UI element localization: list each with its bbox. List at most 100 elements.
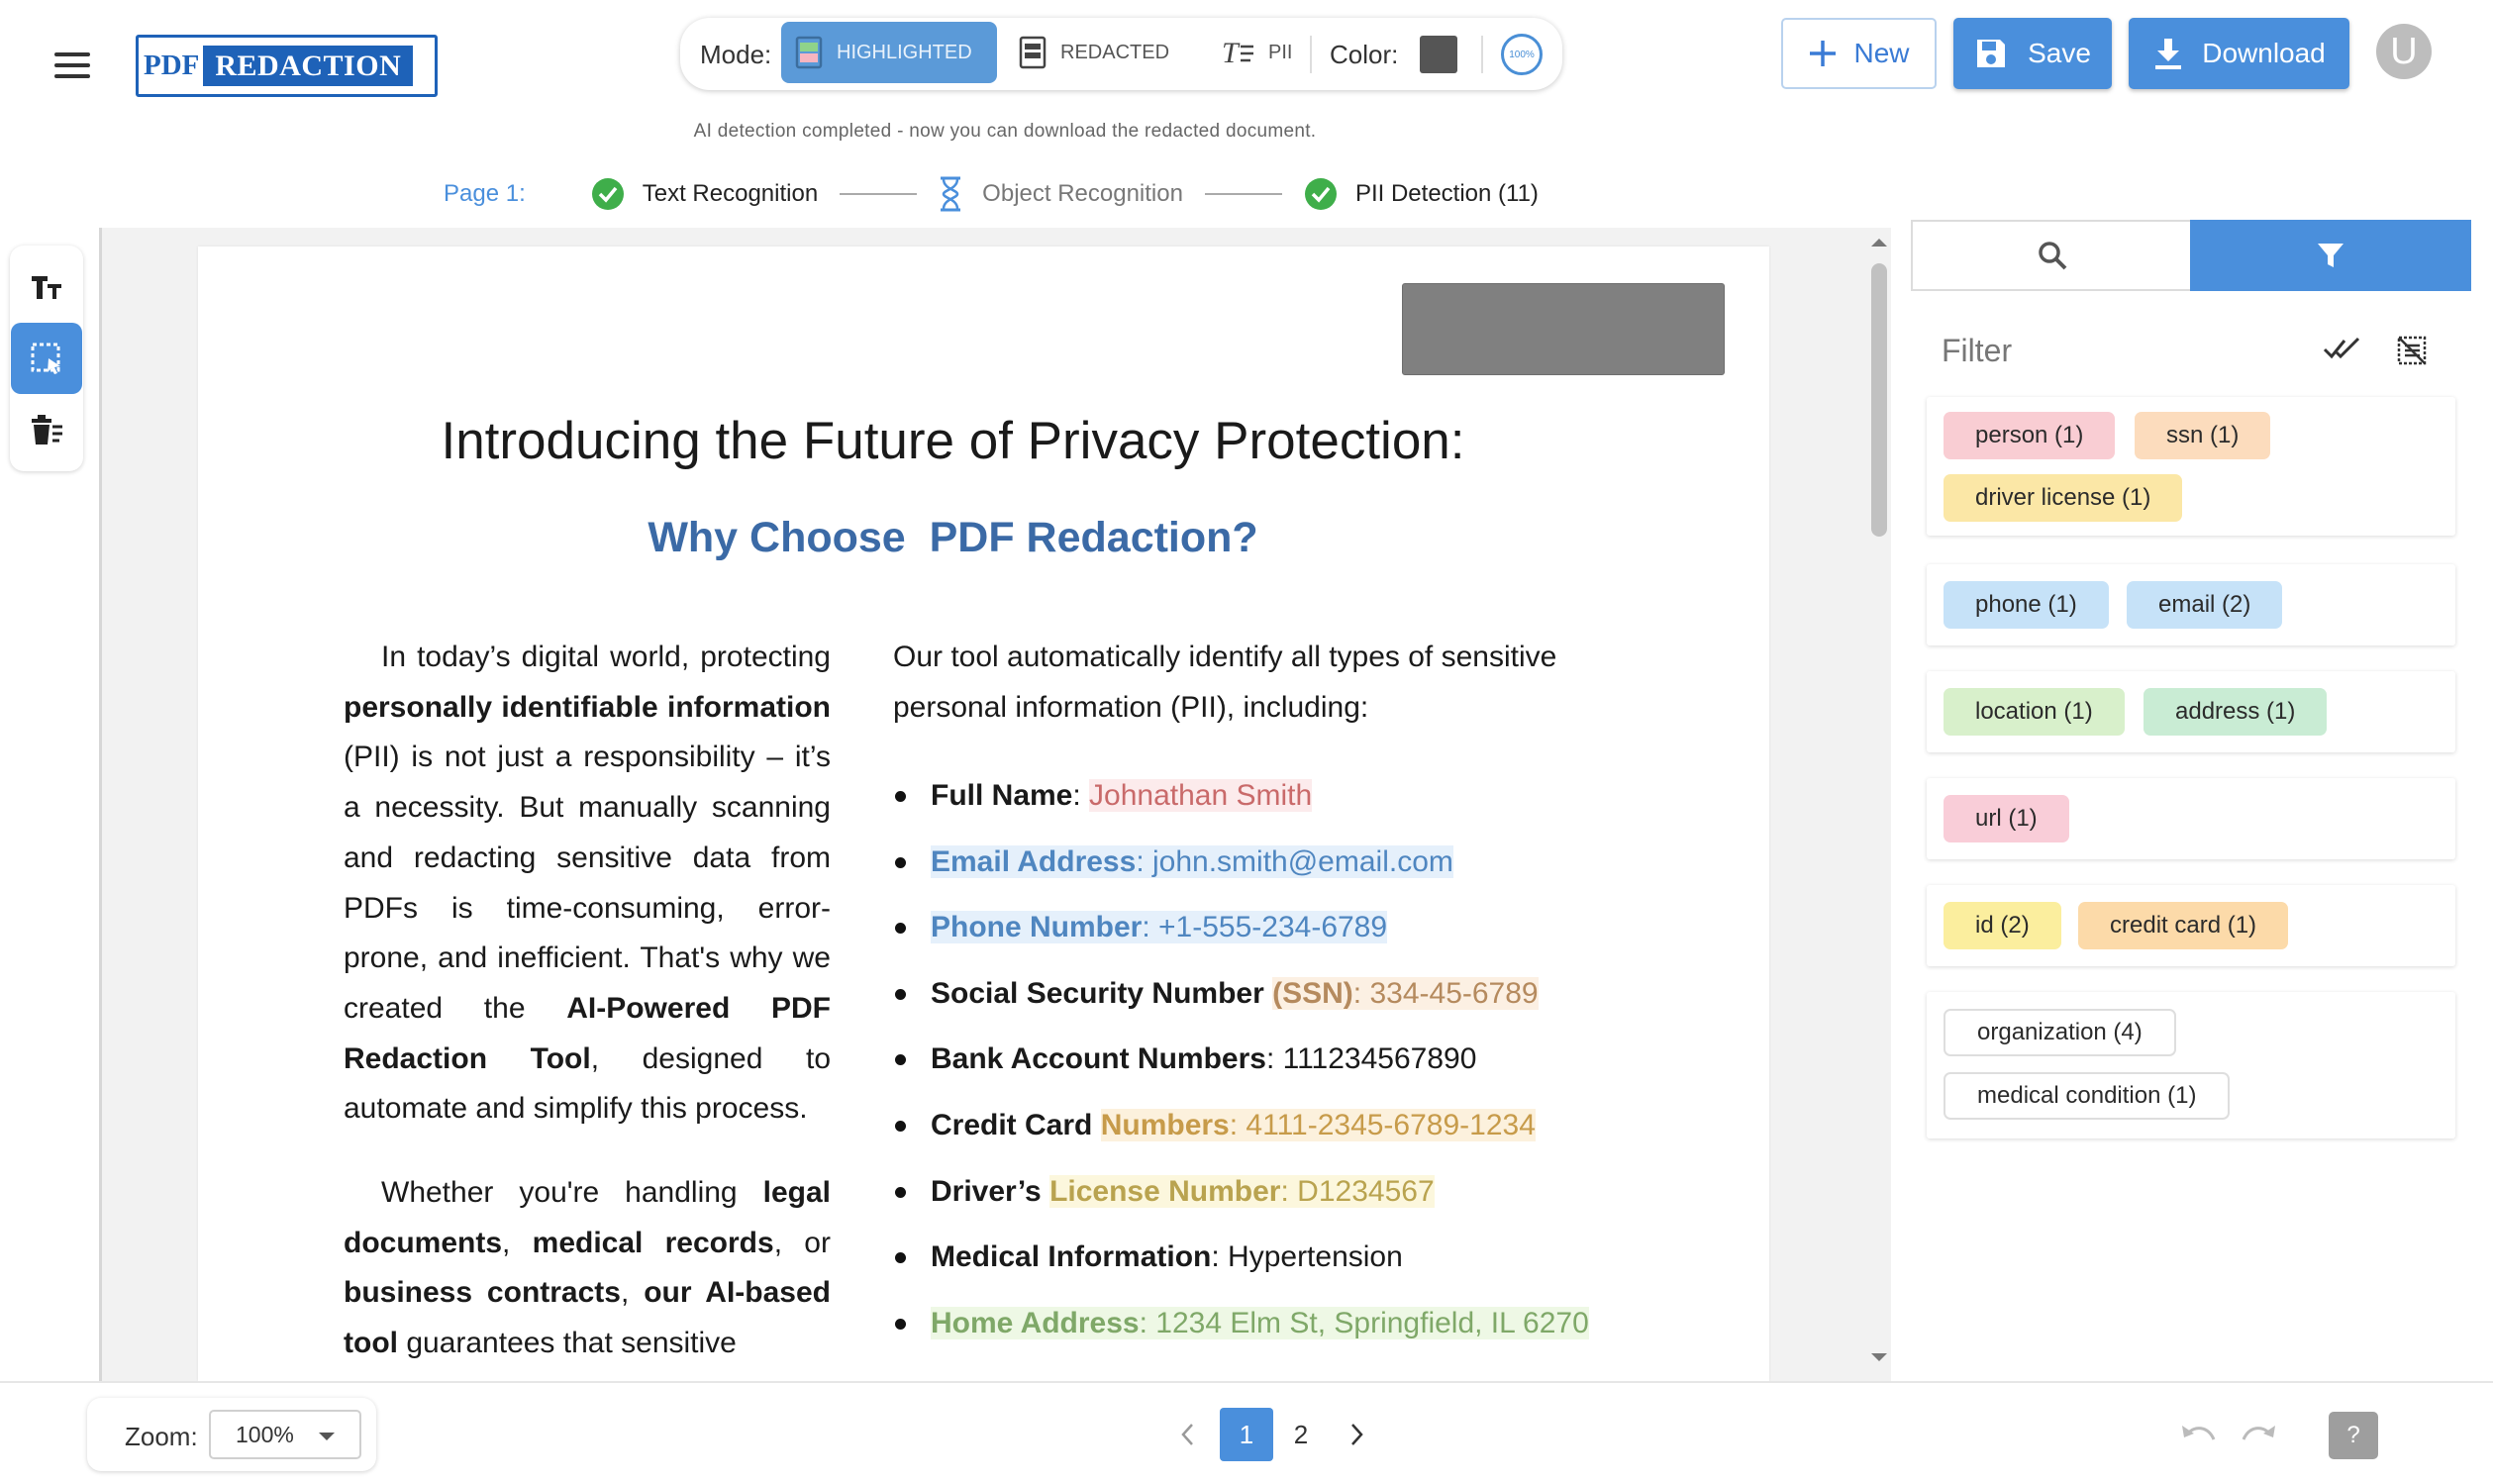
logo-redaction-text: REDACTION xyxy=(203,46,414,86)
area-select-icon[interactable] xyxy=(11,323,82,394)
redaction-box[interactable] xyxy=(1402,283,1725,375)
menu-icon[interactable] xyxy=(54,52,90,78)
next-page-icon[interactable] xyxy=(1350,1423,1364,1446)
color-label: Color: xyxy=(1330,40,1399,69)
save-button-label: Save xyxy=(2028,38,2091,68)
pii-highlight[interactable]: (SSN): 334-45-6789 xyxy=(1272,976,1539,1010)
tab-filter[interactable] xyxy=(2190,220,2471,291)
filter-chip-medical-condition[interactable]: medical condition (1) xyxy=(1944,1072,2231,1120)
logo-pdf-text: PDF xyxy=(144,49,200,81)
right-column-intro: Our tool automatically identify all type… xyxy=(893,641,1557,724)
zoom-label: Zoom: xyxy=(125,1422,198,1451)
pii-highlight[interactable]: Numbers: 4111-2345-6789-1234 xyxy=(1100,1108,1536,1141)
select-all-icon[interactable] xyxy=(2323,337,2362,362)
svg-text:T: T xyxy=(1222,37,1241,68)
text-tool-icon[interactable] xyxy=(11,251,82,323)
filter-chip-id[interactable]: id (2) xyxy=(1944,902,2061,949)
list-item: Phone Number: +1-555-234-6789 xyxy=(893,895,1745,961)
left-column: In today’s digital world, protecting per… xyxy=(344,633,831,1369)
color-swatch[interactable] xyxy=(1420,36,1457,73)
download-button-label: Download xyxy=(2202,38,2326,68)
filter-chip-person[interactable]: person (1) xyxy=(1944,412,2116,459)
step-text-recognition: Text Recognition xyxy=(642,180,819,207)
app-logo: PDF REDACTION xyxy=(136,35,438,97)
filter-chip-driver-license[interactable]: driver license (1) xyxy=(1944,474,2183,522)
help-button[interactable]: ? xyxy=(2329,1412,2378,1459)
deselect-all-icon[interactable] xyxy=(2396,335,2428,366)
mode-toolbar: Mode: HIGHLIGHTED REDACTED T PII Color: … xyxy=(680,18,1562,90)
pii-highlight[interactable]: Phone Number: +1-555-234-6789 xyxy=(931,911,1388,944)
paragraph: Whether you're handling legal documents,… xyxy=(344,1176,831,1360)
pdf-page: Introducing the Future of Privacy Protec… xyxy=(198,247,1769,1381)
pii-highlight[interactable]: License Number: D1234567 xyxy=(1049,1174,1435,1208)
list-item: Bank Account Numbers: 111234567890 xyxy=(893,1027,1745,1093)
prev-page-icon[interactable] xyxy=(1180,1423,1194,1446)
zoom-select[interactable]: 100% xyxy=(209,1410,361,1459)
filter-chip-organization[interactable]: organization (4) xyxy=(1944,1009,2176,1056)
new-button-label: New xyxy=(1853,38,1910,68)
list-item: Driver’s License Number: D1234567 xyxy=(893,1159,1745,1226)
page-button-1[interactable]: 1 xyxy=(1220,1408,1273,1461)
filter-group-other: organization (4) medical condition (1) xyxy=(1927,992,2455,1138)
mode-redacted-label: REDACTED xyxy=(1060,41,1170,63)
list-item: Full Name: Johnathan Smith xyxy=(893,763,1745,830)
list-item: Social Security Number (SSN): 334-45-678… xyxy=(893,961,1745,1028)
pii-text-icon: T xyxy=(1221,37,1254,68)
filter-group-person: person (1) ssn (1) driver license (1) xyxy=(1927,397,2455,536)
opacity-badge[interactable]: 100% xyxy=(1501,34,1543,75)
step-connector xyxy=(1204,193,1282,195)
filter-icon xyxy=(2316,241,2345,270)
mode-redacted-button[interactable]: REDACTED xyxy=(1005,22,1203,83)
step-pii-detection: PII Detection (11) xyxy=(1354,180,1539,207)
filter-chip-location[interactable]: location (1) xyxy=(1944,688,2125,736)
document-title: Introducing the Future of Privacy Protec… xyxy=(441,412,1465,470)
save-icon xyxy=(1974,37,2008,70)
mode-highlighted-button[interactable]: HIGHLIGHTED xyxy=(781,22,997,83)
filter-group-id: id (2) credit card (1) xyxy=(1927,885,2455,966)
step-object-recognition: Object Recognition xyxy=(982,180,1183,207)
page-label: Page 1: xyxy=(444,180,526,207)
tab-search[interactable] xyxy=(1911,220,2191,291)
filter-group-url: url (1) xyxy=(1927,778,2455,859)
scrollbar-thumb[interactable] xyxy=(1871,263,1887,537)
mode-pii-label: PII xyxy=(1268,41,1293,63)
list-item: Credit Card Numbers: 4111-2345-6789-1234 xyxy=(893,1093,1745,1159)
pii-highlight[interactable]: Email Address: john.smith@email.com xyxy=(931,844,1453,878)
divider xyxy=(99,228,102,1381)
undo-icon[interactable] xyxy=(2180,1422,2216,1447)
list-item: Email Address: john.smith@email.com xyxy=(893,830,1745,896)
new-button[interactable]: New xyxy=(1781,18,1937,89)
filter-chip-url[interactable]: url (1) xyxy=(1944,795,2069,842)
download-button[interactable]: Download xyxy=(2129,18,2349,89)
avatar[interactable]: U xyxy=(2376,24,2432,79)
pii-highlight[interactable]: Home Address: 1234 Elm St, Springfield, … xyxy=(931,1306,1589,1339)
chevron-down-icon xyxy=(318,1432,336,1441)
mode-highlighted-label: HIGHLIGHTED xyxy=(837,41,972,63)
highlight-doc-icon xyxy=(795,36,823,69)
step-connector xyxy=(840,193,918,195)
pii-highlight[interactable]: Johnathan Smith xyxy=(1089,779,1313,812)
mode-pii-button[interactable]: T PII xyxy=(1207,22,1336,83)
list-item: Home Address: 1234 Elm St, Springfield, … xyxy=(893,1291,1745,1357)
status-message: AI detection completed - now you can dow… xyxy=(693,121,1317,142)
redacted-doc-icon xyxy=(1019,36,1047,69)
edit-toolbar xyxy=(10,246,83,471)
filter-group-location: location (1) address (1) xyxy=(1927,671,2455,752)
hourglass-icon xyxy=(939,176,962,212)
filter-chip-credit-card[interactable]: credit card (1) xyxy=(2078,902,2289,949)
redo-icon[interactable] xyxy=(2242,1422,2277,1447)
mode-label: Mode: xyxy=(700,40,772,69)
filter-chip-ssn[interactable]: ssn (1) xyxy=(2135,412,2271,459)
filter-chip-phone[interactable]: phone (1) xyxy=(1944,581,2109,629)
detection-progress: Page 1: Text Recognition Object Recognit… xyxy=(444,174,1539,214)
document-subtitle: Why Choose PDF Redaction? xyxy=(648,514,1258,561)
filter-chip-address[interactable]: address (1) xyxy=(2144,688,2328,736)
save-button[interactable]: Save xyxy=(1953,18,2112,89)
scroll-down-arrow[interactable] xyxy=(1870,1352,1888,1362)
page-button-2[interactable]: 2 xyxy=(1274,1408,1328,1461)
filter-chip-email[interactable]: email (2) xyxy=(2127,581,2283,629)
clear-redactions-icon[interactable] xyxy=(11,394,82,465)
scroll-up-arrow[interactable] xyxy=(1870,238,1888,247)
check-circle-icon xyxy=(1304,177,1338,211)
pii-list: Full Name: Johnathan Smith Email Address… xyxy=(893,763,1745,1356)
